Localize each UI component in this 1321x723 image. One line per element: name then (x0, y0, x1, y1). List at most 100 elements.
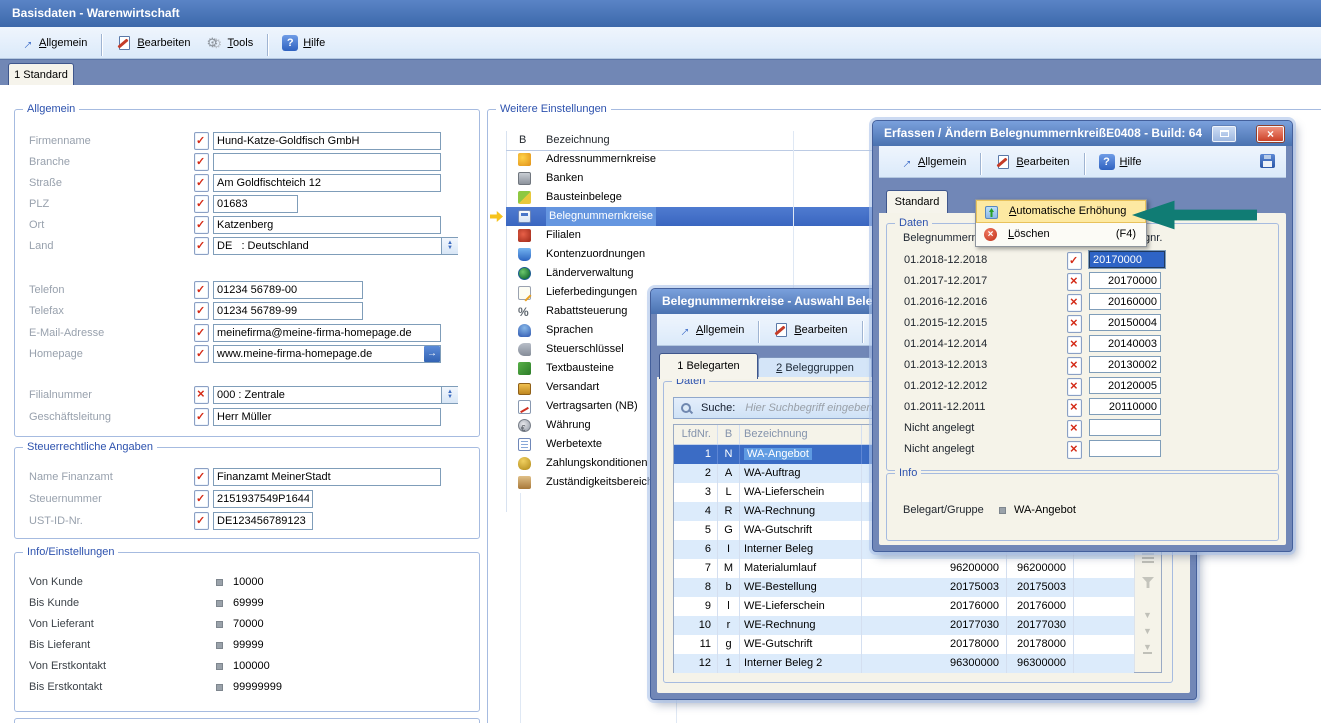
nummernkreis-row: Nicht angelegt (887, 439, 1278, 460)
screen: Basisdaten - Warenwirtschaft Allgemein B… (0, 0, 1321, 723)
open-homepage-icon[interactable]: → (424, 346, 440, 362)
window-icon (1220, 130, 1229, 137)
row-status-icon[interactable] (1067, 399, 1082, 417)
field-status-icon[interactable] (194, 281, 209, 299)
field-status-icon[interactable] (194, 132, 209, 150)
ust-id-input[interactable] (213, 512, 313, 530)
building-block-documents-icon (518, 191, 531, 204)
toolbar-menu-button[interactable]: Tools (199, 32, 262, 54)
row-status-icon[interactable] (1067, 294, 1082, 312)
row-status-icon[interactable] (1067, 357, 1082, 375)
land-combo[interactable] (213, 237, 458, 255)
field-status-icon[interactable] (194, 512, 209, 530)
row-status-icon[interactable] (1067, 273, 1082, 291)
tab-belegarten[interactable]: 1 Belegarten (659, 353, 758, 379)
toolbar-menu-button[interactable]: Hilfe (1091, 151, 1150, 173)
plz-input[interactable] (213, 195, 298, 213)
letzte-belegnr-input[interactable] (1089, 293, 1161, 310)
email-input[interactable] (213, 324, 441, 342)
steuernummer-input[interactable] (213, 490, 313, 508)
letzte-belegnr-input[interactable] (1089, 419, 1161, 436)
field-status-icon[interactable] (194, 345, 209, 363)
filter-icon[interactable] (1142, 577, 1154, 588)
field-status-icon[interactable] (194, 324, 209, 342)
field-status-icon[interactable] (194, 408, 209, 426)
row-status-icon[interactable] (1067, 441, 1082, 459)
tab-standard[interactable]: 1 Standard (8, 63, 74, 87)
homepage-input[interactable] (213, 345, 441, 363)
strasse-input[interactable] (213, 174, 441, 192)
delivery-terms-icon (518, 286, 531, 300)
tab-beleggruppen[interactable]: 2 Beleggruppen (758, 357, 872, 379)
bullet-icon (216, 684, 223, 691)
belegart-row[interactable]: 11 g WE-Gutschrift 20178000 20178000 (674, 635, 1134, 654)
toolbar-menu-button[interactable]: Bearbeiten (765, 319, 855, 341)
field-status-icon[interactable] (194, 237, 209, 255)
scroll-to-end-icon[interactable]: ▼ (1143, 643, 1152, 654)
edit-dialog-titlebar[interactable]: Erfassen / Ändern BelegnummernkreißE0408… (873, 121, 1292, 146)
telefax-input[interactable] (213, 302, 363, 320)
field-homepage: Homepage → (15, 345, 479, 363)
field-status-icon[interactable] (194, 195, 209, 213)
row-status-icon[interactable] (1067, 378, 1082, 396)
field-status-icon[interactable] (194, 302, 209, 320)
letzte-belegnr-input[interactable] (1089, 440, 1161, 457)
toolbar-menu-button[interactable]: Allgemein (10, 32, 95, 54)
field-status-icon[interactable] (194, 153, 209, 171)
field-telefon: Telefon (15, 281, 479, 299)
nummernkreis-row: 01.2011-12.2011 (887, 397, 1278, 418)
row-status-icon[interactable] (1067, 252, 1082, 270)
row-status-icon[interactable] (1067, 420, 1082, 438)
field-steuernummer: Steuernummer (15, 490, 479, 508)
field-status-icon[interactable] (194, 468, 209, 486)
letzte-belegnr-input[interactable] (1089, 251, 1165, 268)
close-button[interactable] (1257, 126, 1284, 142)
toolbar-menu-button[interactable]: Allgemein (667, 319, 752, 341)
letzte-belegnr-input[interactable] (1089, 272, 1161, 289)
toolbar-menu-button[interactable]: Bearbeiten (108, 32, 198, 54)
branche-input[interactable] (213, 153, 441, 171)
scroll-page-down-icon[interactable]: ▼ (1143, 627, 1152, 636)
letzte-belegnr-input[interactable] (1089, 377, 1161, 394)
field-status-icon[interactable] (194, 174, 209, 192)
toolbar-menu-button[interactable]: Allgemein (889, 151, 974, 173)
bullet-icon (216, 579, 223, 586)
belegart-row[interactable]: 12 1 Interner Beleg 2 96300000 96300000 (674, 654, 1134, 673)
discount-percent-icon (518, 305, 531, 318)
save-icon[interactable] (1260, 154, 1275, 168)
finanzamt-input[interactable] (213, 468, 441, 486)
toolbar-menu-button[interactable]: Bearbeiten (987, 151, 1077, 173)
firmenname-input[interactable] (213, 132, 441, 150)
branches-icon (518, 229, 531, 242)
letzte-belegnr-input[interactable] (1089, 398, 1161, 415)
ort-input[interactable] (213, 216, 441, 234)
belegart-row[interactable]: 9 l WE-Lieferschein 20176000 20176000 (674, 597, 1134, 616)
row-status-icon[interactable] (1067, 336, 1082, 354)
telefon-input[interactable] (213, 281, 363, 299)
letzte-belegnr-input[interactable] (1089, 356, 1161, 373)
belegart-row[interactable]: 8 b WE-Bestellung 20175003 20175003 (674, 578, 1134, 597)
tab-standard-edit[interactable]: Standard (886, 190, 948, 214)
menu-item-loeschen[interactable]: Löschen (F4) (976, 223, 1146, 246)
row-status-icon[interactable] (1067, 315, 1082, 333)
field-status-icon[interactable] (194, 490, 209, 508)
filialnummer-combo[interactable] (213, 386, 458, 404)
toolbar-menu-label: Allgemein (39, 37, 87, 49)
help-icon (1099, 154, 1115, 170)
toolbar-menu-button[interactable]: Hilfe (274, 32, 333, 54)
info-row-von-kunde: Von Kunde 10000 (15, 576, 479, 590)
spinner-icon[interactable]: ▲▼ (441, 238, 458, 254)
bullet-icon (216, 663, 223, 670)
menu-item-automatische-erhoehung[interactable]: Automatische Erhöhung (976, 200, 1146, 223)
letzte-belegnr-input[interactable] (1089, 314, 1161, 331)
spinner-icon[interactable]: ▲▼ (441, 387, 458, 403)
geschaeftsleitung-input[interactable] (213, 408, 441, 426)
grid-lines-icon[interactable] (1142, 553, 1154, 563)
field-status-icon[interactable] (194, 216, 209, 234)
field-status-icon[interactable] (194, 386, 209, 404)
belegart-row[interactable]: 10 r WE-Rechnung 20177030 20177030 (674, 616, 1134, 635)
scroll-down-icon[interactable]: ▼ (1143, 611, 1152, 620)
letzte-belegnr-input[interactable] (1089, 335, 1161, 352)
restore-button[interactable] (1212, 126, 1236, 142)
belegart-row[interactable]: 7 M Materialumlauf 96200000 96200000 (674, 559, 1134, 578)
